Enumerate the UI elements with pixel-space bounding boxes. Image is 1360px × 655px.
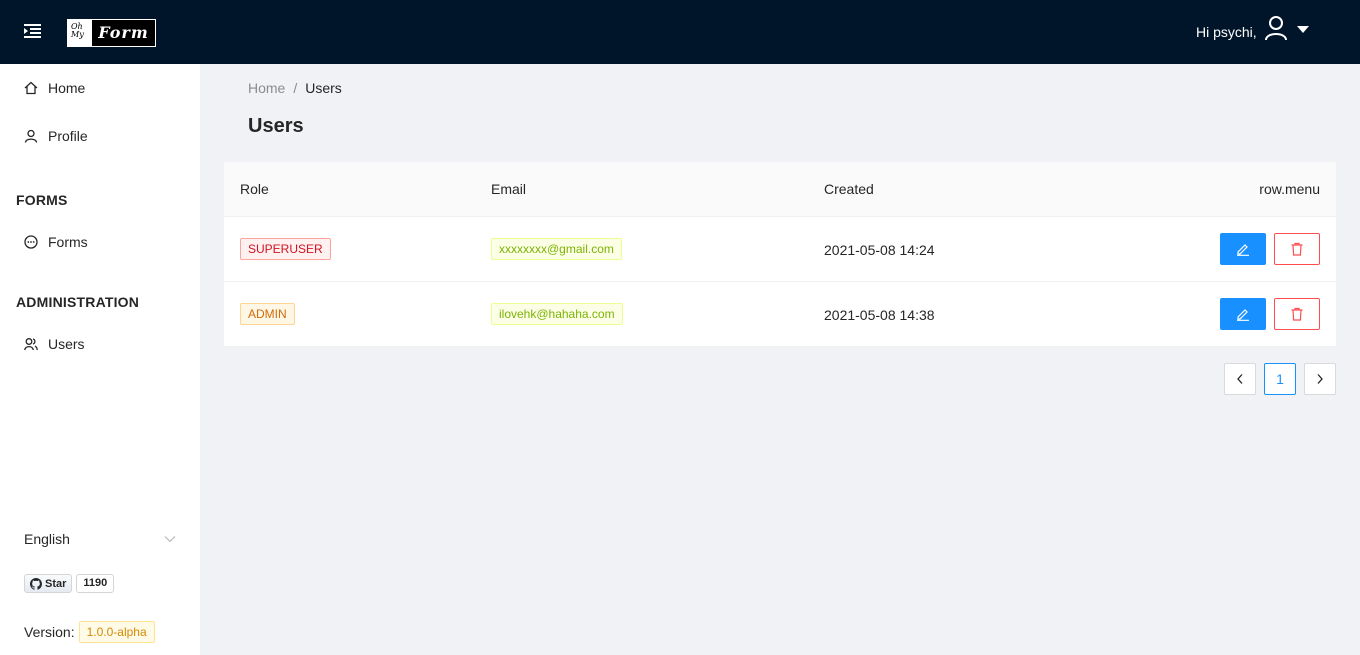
user-avatar-icon[interactable] [1264,15,1288,41]
version-info: Version: 1.0.0-alpha [24,621,155,643]
breadcrumb-home[interactable]: Home [248,80,285,96]
pagination-page[interactable]: 1 [1264,363,1296,395]
logo-small-text: Oh My [68,20,92,46]
github-star-count[interactable]: 1190 [76,574,115,593]
column-header-email: Email [491,181,527,197]
message-icon [24,235,38,249]
edit-button[interactable] [1220,233,1266,265]
github-icon [30,577,42,590]
github-star-button[interactable]: Star [24,574,73,593]
edit-icon [1237,309,1249,321]
delete-button[interactable] [1274,298,1320,330]
created-date: 2021-05-08 14:38 [824,307,935,323]
chevron-right-icon [1317,374,1323,384]
delete-button[interactable] [1274,233,1320,265]
chevron-down-icon [164,536,176,543]
trash-icon [1291,242,1303,256]
breadcrumb-separator: / [293,80,298,96]
user-menu-caret-icon[interactable] [1297,26,1309,33]
email-badge: xxxxxxxx@gmail.com [491,238,622,260]
language-value: English [24,531,70,547]
role-badge: ADMIN [240,303,295,325]
breadcrumb-current: Users [305,80,342,96]
top-bar: Oh My Form Hi psychi, [0,0,1360,64]
role-badge: SUPERUSER [240,238,331,260]
table-row: ADMIN ilovehk@hahaha.com 2021-05-08 14:3… [224,282,1336,347]
sidebar-item-label: Home [48,80,86,96]
page-title: Users [248,115,304,137]
sidebar-item-label: Users [48,336,85,352]
edit-button[interactable] [1220,298,1266,330]
email-badge: ilovehk@hahaha.com [491,303,623,325]
pagination-next-button[interactable] [1304,363,1336,395]
sidebar-item-forms[interactable]: Forms [0,222,200,262]
column-header-created: Created [824,181,874,197]
column-header-role: Role [240,181,269,197]
trash-icon [1291,307,1303,321]
sidebar-group-forms: FORMS [16,192,68,208]
pagination-prev-button[interactable] [1224,363,1256,395]
edit-icon [1237,244,1249,256]
sidebar-item-label: Profile [48,128,88,144]
breadcrumb: Home / Users [248,80,342,96]
sidebar-item-home[interactable]: Home [0,68,200,108]
version-badge: 1.0.0-alpha [78,621,155,643]
app-logo[interactable]: Oh My Form [67,19,156,47]
user-greeting: Hi psychi, [1196,24,1257,40]
home-icon [24,81,38,95]
table-header: Role Email Created row.menu [224,162,1336,217]
menu-fold-icon[interactable] [24,22,42,40]
chevron-left-icon [1237,374,1243,384]
sidebar-item-users[interactable]: Users [0,324,200,364]
users-icon [24,338,38,351]
table-row: SUPERUSER xxxxxxxx@gmail.com 2021-05-08 … [224,217,1336,282]
logo-main-text: Form [92,20,155,46]
github-star-widget: Star 1190 [24,574,115,593]
language-select[interactable]: English [24,527,176,551]
github-star-label: Star [45,577,67,590]
created-date: 2021-05-08 14:24 [824,242,935,258]
user-icon [24,129,38,143]
sidebar-item-profile[interactable]: Profile [0,116,200,156]
sidebar-group-administration: ADMINISTRATION [16,294,140,310]
users-table: Role Email Created row.menu SUPERUSER xx… [224,162,1336,347]
version-label: Version: [24,624,75,640]
column-header-actions: row.menu [1259,181,1320,197]
sidebar-item-label: Forms [48,234,88,250]
sidebar: Home Profile FORMS Forms ADMINISTRATION … [0,64,200,655]
